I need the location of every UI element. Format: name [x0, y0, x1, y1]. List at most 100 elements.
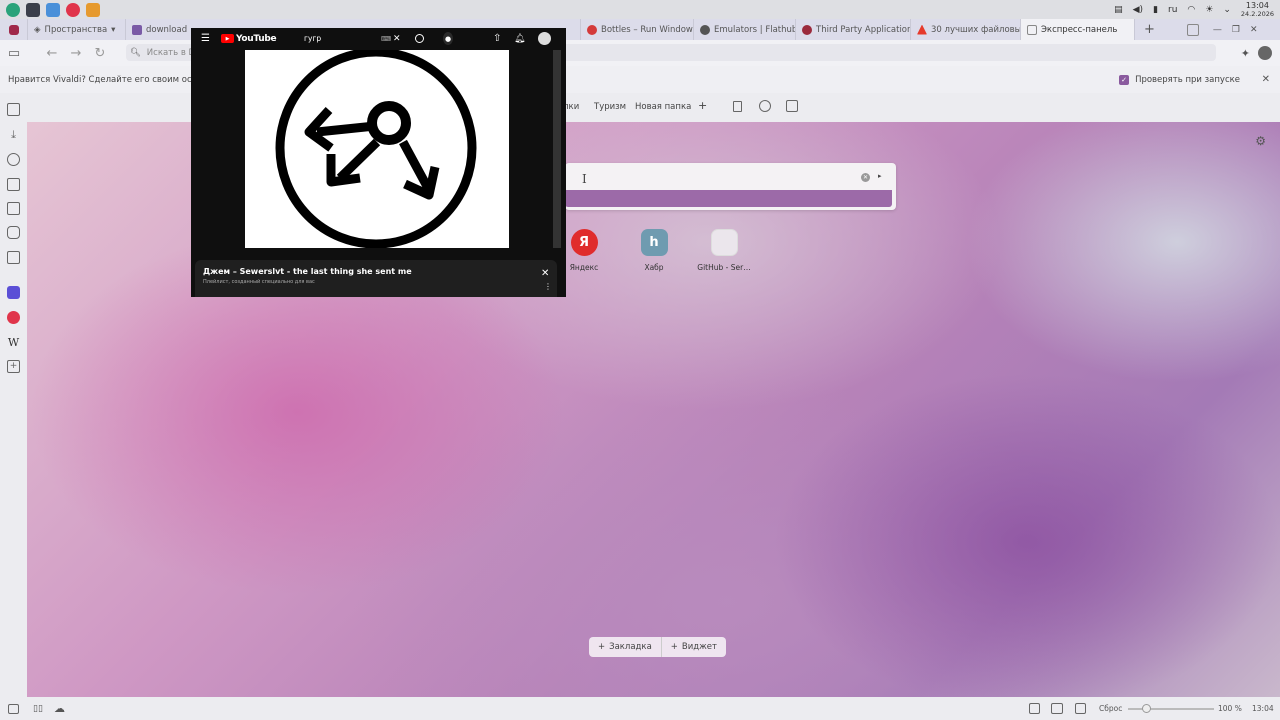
- youtube-logo[interactable]: ▶ YouTube: [221, 34, 277, 44]
- capture-icon[interactable]: [1029, 703, 1040, 714]
- vivaldi-taskbar-icon[interactable]: [66, 2, 80, 17]
- bookmark-icon[interactable]: [733, 101, 742, 112]
- bookmark-tourism[interactable]: Туризм: [594, 102, 626, 112]
- upload-icon[interactable]: ⇧: [493, 33, 501, 44]
- extensions-icon[interactable]: ✦: [1241, 47, 1250, 60]
- tab-file-managers[interactable]: 30 лучших файловых …: [911, 19, 1021, 40]
- github-icon: [710, 229, 738, 256]
- wikipedia-icon[interactable]: W: [7, 336, 20, 349]
- bookmark-new-folder[interactable]: Новая папка: [635, 102, 691, 112]
- battery-icon[interactable]: ▮: [1153, 5, 1158, 15]
- downloads-panel-icon[interactable]: ⤓: [7, 128, 20, 141]
- window-maximize-button[interactable]: ❐: [1232, 25, 1240, 35]
- speed-dial-label: Яндекс: [569, 263, 599, 272]
- zoom-level: 100 %: [1218, 704, 1242, 713]
- close-icon[interactable]: ✕: [541, 268, 549, 279]
- add-panel-icon[interactable]: +: [7, 360, 20, 373]
- window-close-button[interactable]: ✕: [1250, 25, 1258, 35]
- volume-icon[interactable]: ◀): [1133, 5, 1143, 15]
- flathub-icon: [700, 24, 710, 35]
- speed-dial-label: Хабр: [644, 263, 664, 272]
- history-panel-icon[interactable]: [7, 153, 20, 166]
- brightness-icon[interactable]: ☀: [1205, 5, 1213, 15]
- tab-bottles[interactable]: Bottles – Run Window…: [581, 19, 694, 40]
- close-icon[interactable]: ✕: [1262, 74, 1270, 85]
- keyboard-icon[interactable]: ⌨: [381, 35, 391, 43]
- tab-speed-dial[interactable]: Экспресс-панель: [1021, 19, 1135, 40]
- translate-panel-icon[interactable]: [7, 202, 20, 215]
- speed-dial-github[interactable]: GitHub - Ser…: [694, 229, 754, 272]
- package-icon[interactable]: [86, 2, 100, 17]
- clock[interactable]: 13:04 24.2.2026: [1241, 1, 1274, 18]
- video-title[interactable]: Джем – Sewerslvt - the last thing she se…: [203, 267, 412, 276]
- app-icon: [802, 24, 812, 35]
- hamburger-menu-icon[interactable]: ☰: [201, 33, 210, 44]
- user-avatar[interactable]: [538, 32, 551, 45]
- clear-search-icon[interactable]: ✕: [861, 173, 870, 182]
- habr-icon: h: [640, 229, 668, 256]
- add-bookmark-button[interactable]: +: [698, 99, 707, 112]
- download-icon: [132, 24, 142, 35]
- add-bookmark-tile-button[interactable]: + Закладка: [589, 637, 662, 657]
- video-scrollbar[interactable]: [553, 50, 561, 248]
- speed-dial-habr[interactable]: h Хабр: [624, 229, 684, 272]
- reading-list-icon[interactable]: [7, 226, 20, 239]
- vivaldi-menu-button[interactable]: [0, 19, 28, 40]
- cloud-sync-icon[interactable]: ☁: [54, 702, 65, 715]
- tile-icon[interactable]: ▯▯: [33, 704, 43, 714]
- panel-toggle-icon[interactable]: [8, 703, 19, 714]
- panel-toggle-icon[interactable]: ▭: [6, 45, 22, 61]
- page-actions-icon[interactable]: [1075, 703, 1086, 714]
- checkbox-checked-icon[interactable]: ✓: [1119, 74, 1130, 85]
- tab-menu-icon[interactable]: [1186, 23, 1199, 36]
- search-engine-chevron-icon[interactable]: ▸: [878, 172, 882, 180]
- add-widget-button[interactable]: + Виджет: [662, 637, 726, 657]
- app-menu-icon[interactable]: [6, 2, 20, 17]
- youtube-popup-window[interactable]: ☰ ▶ YouTube гугр ⌨ ✕ ● ⇧ 🔔︎ Джем – Sewer…: [191, 28, 566, 297]
- mastodon-icon[interactable]: [7, 286, 20, 299]
- bookmarks-panel-icon[interactable]: [7, 103, 20, 116]
- yandex-icon: Я: [570, 229, 598, 256]
- clipboard-icon[interactable]: ▤: [1114, 5, 1123, 15]
- profile-avatar[interactable]: [1258, 46, 1272, 60]
- language-indicator[interactable]: ru: [1168, 5, 1177, 15]
- vivaldi-logo-icon: [8, 24, 19, 35]
- back-button[interactable]: ←: [44, 45, 60, 61]
- notifications-bell-icon[interactable]: 🔔︎: [514, 34, 525, 44]
- youtube-search-field[interactable]: гугр ⌨ ✕: [304, 31, 404, 46]
- search-submit-bar[interactable]: [565, 190, 892, 207]
- status-clock: 13:04: [1252, 704, 1274, 713]
- microphone-icon[interactable]: ●: [443, 32, 453, 45]
- files-icon[interactable]: [46, 2, 60, 17]
- calendar-panel-icon[interactable]: [7, 251, 20, 264]
- side-panel: ⤓ W +: [0, 93, 27, 697]
- calendar-icon[interactable]: [786, 100, 798, 112]
- window-minimize-button[interactable]: —: [1213, 25, 1222, 35]
- sync-icon[interactable]: [759, 100, 771, 112]
- zoom-slider-handle[interactable]: [1142, 704, 1151, 713]
- reload-button[interactable]: ↻: [92, 45, 108, 61]
- new-tab-button[interactable]: +: [1144, 22, 1155, 37]
- close-icon[interactable]: ✕: [393, 34, 401, 44]
- terminal-icon[interactable]: [26, 2, 40, 17]
- tab-spaces[interactable]: ◈ Пространства ▾: [28, 19, 126, 40]
- wifi-icon[interactable]: ◠: [1187, 5, 1195, 15]
- tab-emulators[interactable]: Emulators | Flathub: [694, 19, 796, 40]
- vivaldi-panel-icon[interactable]: [7, 311, 20, 324]
- video-thumbnail[interactable]: [245, 50, 509, 248]
- check-on-startup[interactable]: ✓ Проверять при запуске: [1119, 74, 1240, 85]
- forward-button[interactable]: →: [68, 45, 84, 61]
- video-subtitle: Плейлист, созданный специально для вас: [203, 279, 315, 285]
- tab-third-party[interactable]: Third Party Application…: [796, 19, 911, 40]
- zoom-slider[interactable]: [1128, 704, 1214, 713]
- plus-icon: +: [670, 642, 678, 652]
- more-options-icon[interactable]: ⋮: [544, 283, 552, 291]
- chevron-down-icon[interactable]: ⌄: [1223, 5, 1231, 15]
- search-icon[interactable]: [415, 34, 424, 43]
- notes-panel-icon[interactable]: [7, 178, 20, 191]
- settings-gear-icon[interactable]: ⚙: [1255, 134, 1266, 148]
- page-tiling-icon[interactable]: [1051, 703, 1063, 714]
- zoom-reset-button[interactable]: Сброс: [1099, 704, 1122, 713]
- now-playing-card[interactable]: Джем – Sewerslvt - the last thing she se…: [195, 260, 557, 297]
- speed-dial-search[interactable]: I ✕ ▸: [565, 163, 896, 210]
